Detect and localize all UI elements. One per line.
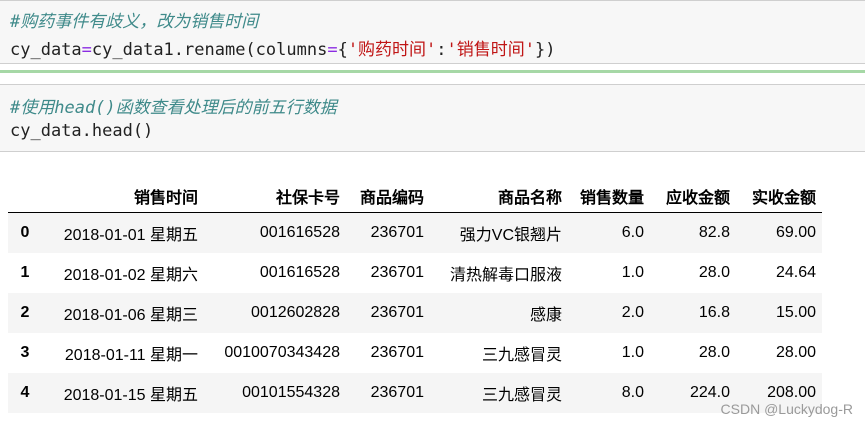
header-received: 实收金额 xyxy=(736,180,822,213)
code-string-key: '购药时间' xyxy=(347,40,437,60)
code-cell-head[interactable]: #使用head()函数查看处理后的前五行数据 cy_data.head() xyxy=(0,84,865,152)
cell-product-name: 清热解毒口服液 xyxy=(449,267,562,284)
cell-sale-time: 2018-01-01 星期五 xyxy=(63,227,198,244)
row-index: 4 xyxy=(20,384,30,401)
cell-product-name: 三九感冒灵 xyxy=(481,347,562,364)
cell-receivable: 28.0 xyxy=(698,344,730,361)
cell-product-name: 感康 xyxy=(529,307,562,324)
cell-quantity: 2.0 xyxy=(621,304,644,321)
cell-quantity: 6.0 xyxy=(621,224,644,241)
cell-product-code: 236701 xyxy=(370,224,424,241)
cell-product-code: 236701 xyxy=(370,344,424,361)
code-brace: { xyxy=(337,40,348,60)
cell-sale-time: 2018-01-02 星期六 xyxy=(63,267,198,284)
comment-line: #购药事件有歧义，改为销售时间 xyxy=(10,12,259,32)
cell-product-code: 236701 xyxy=(370,384,424,401)
watermark: CSDN @Luckydog-R xyxy=(720,401,853,417)
cell-product-name: 强力VC银翘片 xyxy=(459,227,562,244)
cell-quantity: 1.0 xyxy=(621,344,644,361)
cell-sale-time: 2018-01-15 星期五 xyxy=(63,387,198,404)
header-card-no: 社保卡号 xyxy=(204,180,346,213)
header-receivable: 应收金额 xyxy=(650,180,736,213)
header-product-code: 商品编码 xyxy=(346,180,430,213)
cell-received: 15.00 xyxy=(775,304,816,321)
cell-receivable: 28.0 xyxy=(698,264,730,281)
table-row: 1 2018-01-02 星期六 001616528 236701 清热解毒口服… xyxy=(8,253,822,293)
cell-card-no: 0012602828 xyxy=(251,304,340,321)
cell-received: 69.00 xyxy=(775,224,816,241)
cell-receivable: 16.8 xyxy=(698,304,730,321)
cell-receivable: 82.8 xyxy=(698,224,730,241)
code-end: }) xyxy=(535,40,556,60)
cell-product-code: 236701 xyxy=(370,304,424,321)
dataframe-output: 销售时间 社保卡号 商品编码 商品名称 销售数量 应收金额 实收金额 0 201… xyxy=(8,180,822,413)
code-line-rename: cy_data=cy_data1.rename(columns={'购药时间':… xyxy=(10,35,556,60)
cell-sale-time: 2018-01-11 星期一 xyxy=(64,347,198,364)
cell-quantity: 1.0 xyxy=(621,264,644,281)
code-call: cy_data1.rename(columns xyxy=(91,40,328,60)
cell-quantity: 8.0 xyxy=(621,384,644,401)
cell-card-no: 001616528 xyxy=(259,264,340,281)
table-row: 2 2018-01-06 星期三 0012602828 236701 感康 2.… xyxy=(8,293,822,333)
header-product-name: 商品名称 xyxy=(430,180,568,213)
cell-separator xyxy=(0,70,865,73)
code-line-head: cy_data.head() xyxy=(10,121,154,141)
code-colon: : xyxy=(436,40,447,60)
code-cell-rename[interactable]: #购药事件有歧义，改为销售时间 cy_data=cy_data1.rename(… xyxy=(0,0,865,64)
cell-received: 24.64 xyxy=(775,264,816,281)
table-row: 0 2018-01-01 星期五 001616528 236701 强力VC银翘… xyxy=(8,212,822,253)
cell-sale-time: 2018-01-06 星期三 xyxy=(63,307,198,324)
code-var: cy_data xyxy=(10,40,82,60)
row-index: 0 xyxy=(20,224,30,241)
header-quantity: 销售数量 xyxy=(568,180,650,213)
header-sale-time: 销售时间 xyxy=(42,180,204,213)
cell-card-no: 0010070343428 xyxy=(224,344,340,361)
cell-product-code: 236701 xyxy=(370,264,424,281)
cell-card-no: 00101554328 xyxy=(242,384,340,401)
header-index xyxy=(8,180,42,213)
code-op: = xyxy=(81,40,92,60)
cell-product-name: 三九感冒灵 xyxy=(481,387,562,404)
code-op-2: = xyxy=(327,40,338,60)
row-index: 2 xyxy=(20,304,30,321)
table-row: 3 2018-01-11 星期一 0010070343428 236701 三九… xyxy=(8,333,822,373)
comment-line-2: #使用head()函数查看处理后的前五行数据 xyxy=(10,98,337,118)
code-string-value: '销售时间' xyxy=(446,40,536,60)
table-row: 4 2018-01-15 星期五 00101554328 236701 三九感冒… xyxy=(8,373,822,413)
row-index: 1 xyxy=(20,264,30,281)
row-index: 3 xyxy=(20,344,30,361)
table-header-row: 销售时间 社保卡号 商品编码 商品名称 销售数量 应收金额 实收金额 xyxy=(8,180,822,213)
cell-received: 28.00 xyxy=(775,344,816,361)
cell-card-no: 001616528 xyxy=(259,224,340,241)
